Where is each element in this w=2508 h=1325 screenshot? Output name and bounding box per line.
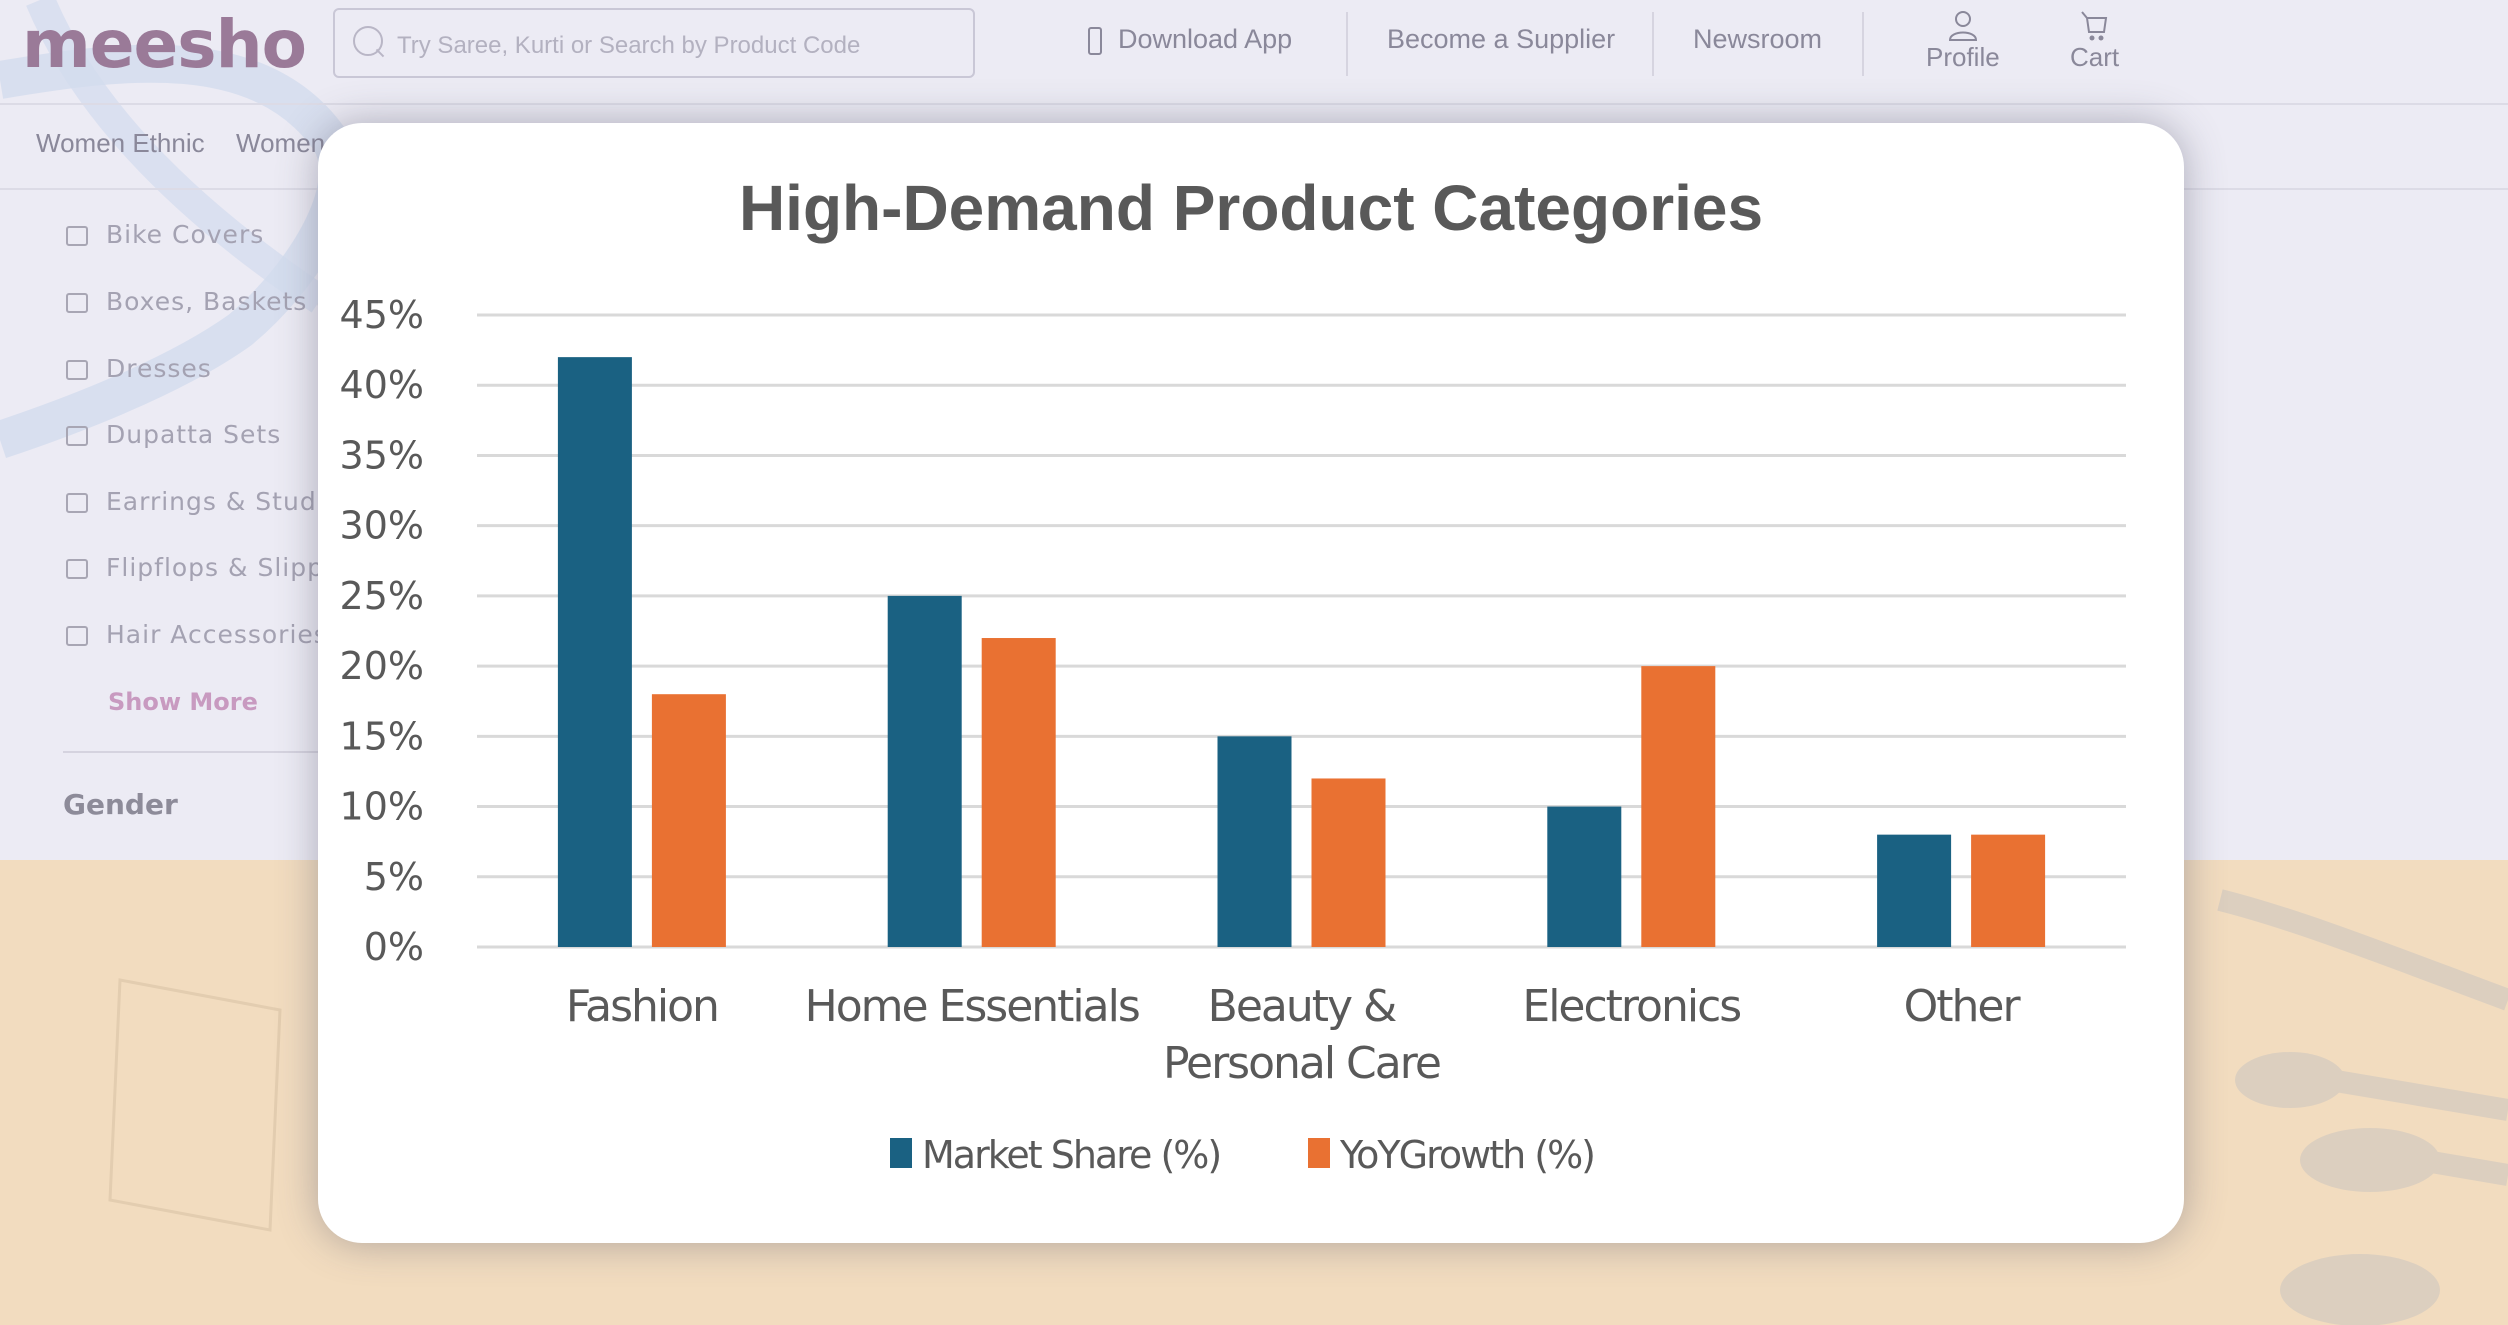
y-tick-label: 45% (340, 293, 424, 337)
legend-label-market-share: Market Share (%) (922, 1133, 1220, 1177)
x-category-label: Electronics (1522, 981, 1740, 1032)
checkbox[interactable] (66, 360, 88, 380)
bar-market-share (1877, 834, 1952, 947)
become-supplier-link[interactable]: Become a Supplier (1387, 24, 1615, 55)
y-tick-label: 25% (340, 574, 424, 618)
legend-swatch-market-share (890, 1138, 912, 1168)
filter-option[interactable]: Dupatta Sets (66, 420, 281, 449)
y-tick-label: 20% (340, 644, 424, 688)
checkbox[interactable] (66, 226, 88, 246)
bar-market-share (887, 595, 962, 947)
y-tick-label: 35% (340, 433, 424, 477)
search-input[interactable]: Try Saree, Kurti or Search by Product Co… (333, 8, 975, 78)
x-category-label: Fashion (566, 981, 718, 1032)
user-icon (1948, 11, 1977, 41)
filter-option[interactable]: Hair Accessories (66, 620, 328, 649)
y-tick-label: 15% (340, 714, 424, 758)
y-tick-label: 0% (364, 925, 424, 969)
site-header: meesho Try Saree, Kurti or Search by Pro… (0, 0, 2508, 105)
checkbox[interactable] (66, 626, 88, 646)
filter-option[interactable]: Bike Covers (66, 220, 264, 249)
bar-market-share (1217, 736, 1292, 947)
x-category-label: Personal Care (1163, 1038, 1440, 1089)
filter-label: Dupatta Sets (106, 420, 282, 449)
bar-yoy-growth (651, 694, 726, 947)
chart-card: High-Demand Product Categories 0% 5% 10% 15… (318, 123, 2184, 1243)
legend-label-yoy-growth: YoYGrowth (%) (1339, 1133, 1594, 1177)
search-placeholder: Try Saree, Kurti or Search by Product Co… (397, 32, 861, 59)
cart-icon (2080, 11, 2107, 41)
profile-label: Profile (1926, 42, 2000, 72)
filter-label: Dresses (106, 354, 212, 383)
cart-label: Cart (2070, 42, 2120, 72)
filter-label: Bike Covers (106, 220, 265, 249)
newsroom-link[interactable]: Newsroom (1693, 24, 1822, 55)
bar-market-share (1547, 806, 1622, 947)
checkbox[interactable] (66, 426, 88, 446)
profile-button[interactable]: Profile (1926, 10, 2000, 73)
mobile-phone-icon (1088, 26, 1102, 55)
y-tick-label: 10% (340, 785, 424, 829)
download-app-label: Download App (1118, 24, 1293, 54)
bar-chart: 0% 5% 10% 15% 20% 25% 30% 35% 40% 45% Fashion Home … (340, 293, 2126, 1177)
legend-swatch-yoy-growth (1308, 1138, 1330, 1168)
bar-yoy-growth (981, 638, 1056, 947)
cart-button[interactable]: Cart (2070, 10, 2119, 73)
x-category-label: Beauty & (1208, 981, 1396, 1032)
bar-market-share (557, 357, 632, 948)
nav-divider (1346, 12, 1348, 76)
category-nav-item[interactable]: Women Ethnic (36, 128, 205, 159)
search-icon (353, 26, 383, 56)
filter-label: Hair Accessories (106, 620, 328, 649)
nav-divider (1652, 12, 1654, 76)
bar-yoy-growth (1971, 834, 2046, 947)
y-tick-label: 40% (340, 363, 424, 407)
y-tick-label: 30% (340, 504, 424, 548)
sidebar-divider (63, 751, 323, 753)
meesho-logo[interactable]: meesho (22, 6, 307, 83)
checkbox[interactable] (66, 293, 88, 313)
gender-heading: Gender (63, 788, 178, 821)
x-category-label: Other (1904, 981, 2022, 1032)
y-tick-label: 5% (364, 855, 424, 899)
x-category-label: Home Essentials (805, 981, 1139, 1032)
download-app-link[interactable]: Download App (1088, 24, 1292, 55)
filter-label: Earrings & Studs (106, 487, 331, 516)
bar-yoy-growth (1311, 778, 1386, 947)
bar-yoy-growth (1641, 666, 1716, 947)
filter-option[interactable]: Earrings & Studs (66, 487, 331, 516)
checkbox[interactable] (66, 493, 88, 513)
show-more-link[interactable]: Show More (108, 688, 258, 716)
checkbox[interactable] (66, 559, 88, 579)
nav-divider (1862, 12, 1864, 76)
filter-option[interactable]: Dresses (66, 354, 212, 383)
